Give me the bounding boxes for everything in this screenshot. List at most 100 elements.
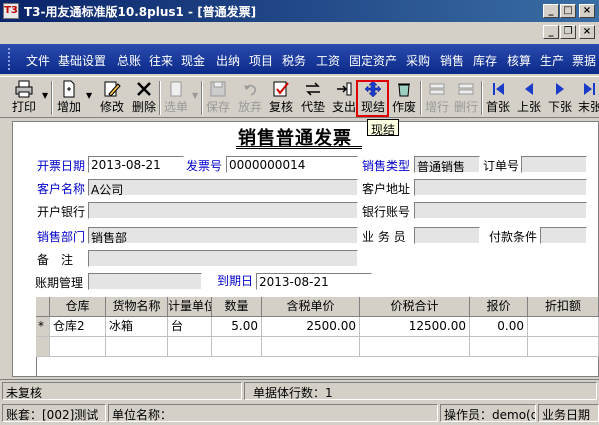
first-record-icon <box>489 80 507 98</box>
menu-accounting[interactable]: 核算 <box>507 52 531 69</box>
due-date-field[interactable]: 2013-08-21 <box>256 273 372 290</box>
menu-inventory[interactable]: 库存 <box>473 52 497 69</box>
select-dropdown-icon[interactable]: ▼ <box>192 91 200 100</box>
cell-quantity[interactable]: 5.00 <box>212 317 262 337</box>
invoice-no-field[interactable]: 0000000014 <box>226 156 358 173</box>
menu-payroll[interactable]: 工资 <box>316 52 340 69</box>
maximize-button[interactable]: □ <box>560 4 576 18</box>
edit-button[interactable]: 修改 <box>98 80 126 116</box>
sales-type-field[interactable]: 普通销售 <box>414 156 480 173</box>
empty-cell[interactable] <box>50 337 106 357</box>
close-button[interactable]: × <box>579 4 595 18</box>
salesperson-field[interactable] <box>414 227 480 244</box>
add-dropdown-icon[interactable]: ▼ <box>86 91 94 100</box>
last-record-icon <box>581 80 599 98</box>
cell-total[interactable]: 12500.00 <box>360 317 470 337</box>
customer-address-field[interactable] <box>414 179 587 196</box>
save-button[interactable]: 保存 <box>204 80 232 116</box>
toolbar: 打印 ▼ 增加 ▼ 修改 删除 选单 ▼ 保存 放弃 复核 代垫 支出 现结 作… <box>0 76 599 118</box>
customer-field[interactable]: A公司 <box>88 179 358 196</box>
expense-button[interactable]: 支出 <box>330 80 358 116</box>
remark-field[interactable] <box>88 250 358 267</box>
period-mgmt-label: 账期管理 <box>35 276 84 290</box>
menu-receivables[interactable]: 往来 <box>149 52 173 69</box>
col-unit-price[interactable]: 含税单价 <box>262 297 360 317</box>
bank-field[interactable] <box>88 202 358 219</box>
separator <box>420 81 422 115</box>
delete-row-button[interactable]: 删行 <box>452 80 480 116</box>
minimize-button[interactable]: _ <box>543 4 559 18</box>
account-info: 账套：[002]测试 <box>2 404 106 422</box>
prev-button[interactable]: 上张 <box>515 80 543 116</box>
order-no-field[interactable] <box>521 156 587 173</box>
print-dropdown-icon[interactable]: ▼ <box>42 91 50 100</box>
add-row-button[interactable]: 增行 <box>423 80 451 116</box>
menu-project[interactable]: 项目 <box>249 52 273 69</box>
menu-production[interactable]: 生产 <box>540 52 564 69</box>
payment-terms-field[interactable] <box>540 227 587 244</box>
document-status-bar: 未复核 单据体行数：1 <box>0 379 599 401</box>
business-date: 业务日期 <box>538 404 599 422</box>
menu-file[interactable]: 文件 <box>26 52 50 69</box>
row-count: 单据体行数：1 <box>244 382 597 400</box>
next-record-icon <box>551 80 569 98</box>
col-discount[interactable]: 折扣额 <box>528 297 599 317</box>
empty-cell[interactable] <box>360 337 470 357</box>
col-warehouse[interactable]: 仓库 <box>50 297 106 317</box>
period-mgmt-field[interactable] <box>88 273 202 290</box>
cell-quote[interactable]: 0.00 <box>470 317 528 337</box>
empty-cell[interactable] <box>168 337 212 357</box>
review-button[interactable]: 复核 <box>267 80 295 116</box>
menu-cash[interactable]: 现金 <box>181 52 205 69</box>
review-status: 未复核 <box>2 382 242 400</box>
menu-basic-settings[interactable]: 基础设置 <box>58 52 106 69</box>
menu-purchase[interactable]: 采购 <box>406 52 430 69</box>
cell-unit-price[interactable]: 2500.00 <box>262 317 360 337</box>
empty-cell[interactable] <box>106 337 168 357</box>
abandon-button[interactable]: 放弃 <box>236 80 264 116</box>
empty-cell[interactable] <box>528 337 599 357</box>
col-goods-name[interactable]: 货物名称 <box>106 297 168 317</box>
col-unit[interactable]: 计量单位 <box>168 297 212 317</box>
add-button[interactable]: 增加 <box>55 80 83 116</box>
cell-goods-name[interactable]: 冰箱 <box>106 317 168 337</box>
trash-icon <box>395 80 413 98</box>
advance-button[interactable]: 代垫 <box>299 80 327 116</box>
department-field[interactable]: 销售部 <box>88 227 358 244</box>
menu-tax[interactable]: 税务 <box>282 52 306 69</box>
next-button[interactable]: 下张 <box>546 80 574 116</box>
menu-general-ledger[interactable]: 总账 <box>117 52 141 69</box>
empty-cell[interactable] <box>212 337 262 357</box>
mdi-control-bar: _ ❐ × <box>0 22 599 42</box>
select-button[interactable]: 选单 <box>162 80 190 116</box>
empty-row-marker[interactable] <box>36 337 50 357</box>
row-marker[interactable]: * <box>36 317 50 337</box>
col-quote[interactable]: 报价 <box>470 297 528 317</box>
col-total[interactable]: 价税合计 <box>360 297 470 317</box>
cell-unit[interactable]: 台 <box>168 317 212 337</box>
menu-fixed-assets[interactable]: 固定资产 <box>349 52 397 69</box>
menu-sales[interactable]: 销售 <box>440 52 464 69</box>
previous-record-icon <box>520 80 538 98</box>
bank-account-field[interactable] <box>414 202 587 219</box>
cell-discount[interactable] <box>528 317 599 337</box>
cell-warehouse[interactable]: 仓库2 <box>50 317 106 337</box>
child-minimize-button[interactable]: _ <box>543 25 559 39</box>
col-quantity[interactable]: 数量 <box>212 297 262 317</box>
child-restore-button[interactable]: ❐ <box>560 25 576 39</box>
title-underline <box>236 146 362 149</box>
delete-button[interactable]: 删除 <box>130 80 158 116</box>
empty-cell[interactable] <box>470 337 528 357</box>
last-button[interactable]: 末张 <box>576 80 599 116</box>
new-document-icon <box>60 80 78 98</box>
menu-bills[interactable]: 票据 <box>572 52 596 69</box>
grid-corner <box>36 297 50 317</box>
invoice-date-field[interactable]: 2013-08-21 <box>88 156 184 173</box>
print-button[interactable]: 打印 <box>10 80 38 116</box>
child-close-button[interactable]: × <box>579 25 595 39</box>
menu-cashier[interactable]: 出纳 <box>216 52 240 69</box>
void-button[interactable]: 作废 <box>390 80 418 116</box>
empty-cell[interactable] <box>262 337 360 357</box>
due-date-label: 到期日 <box>217 274 254 288</box>
first-button[interactable]: 首张 <box>484 80 512 116</box>
